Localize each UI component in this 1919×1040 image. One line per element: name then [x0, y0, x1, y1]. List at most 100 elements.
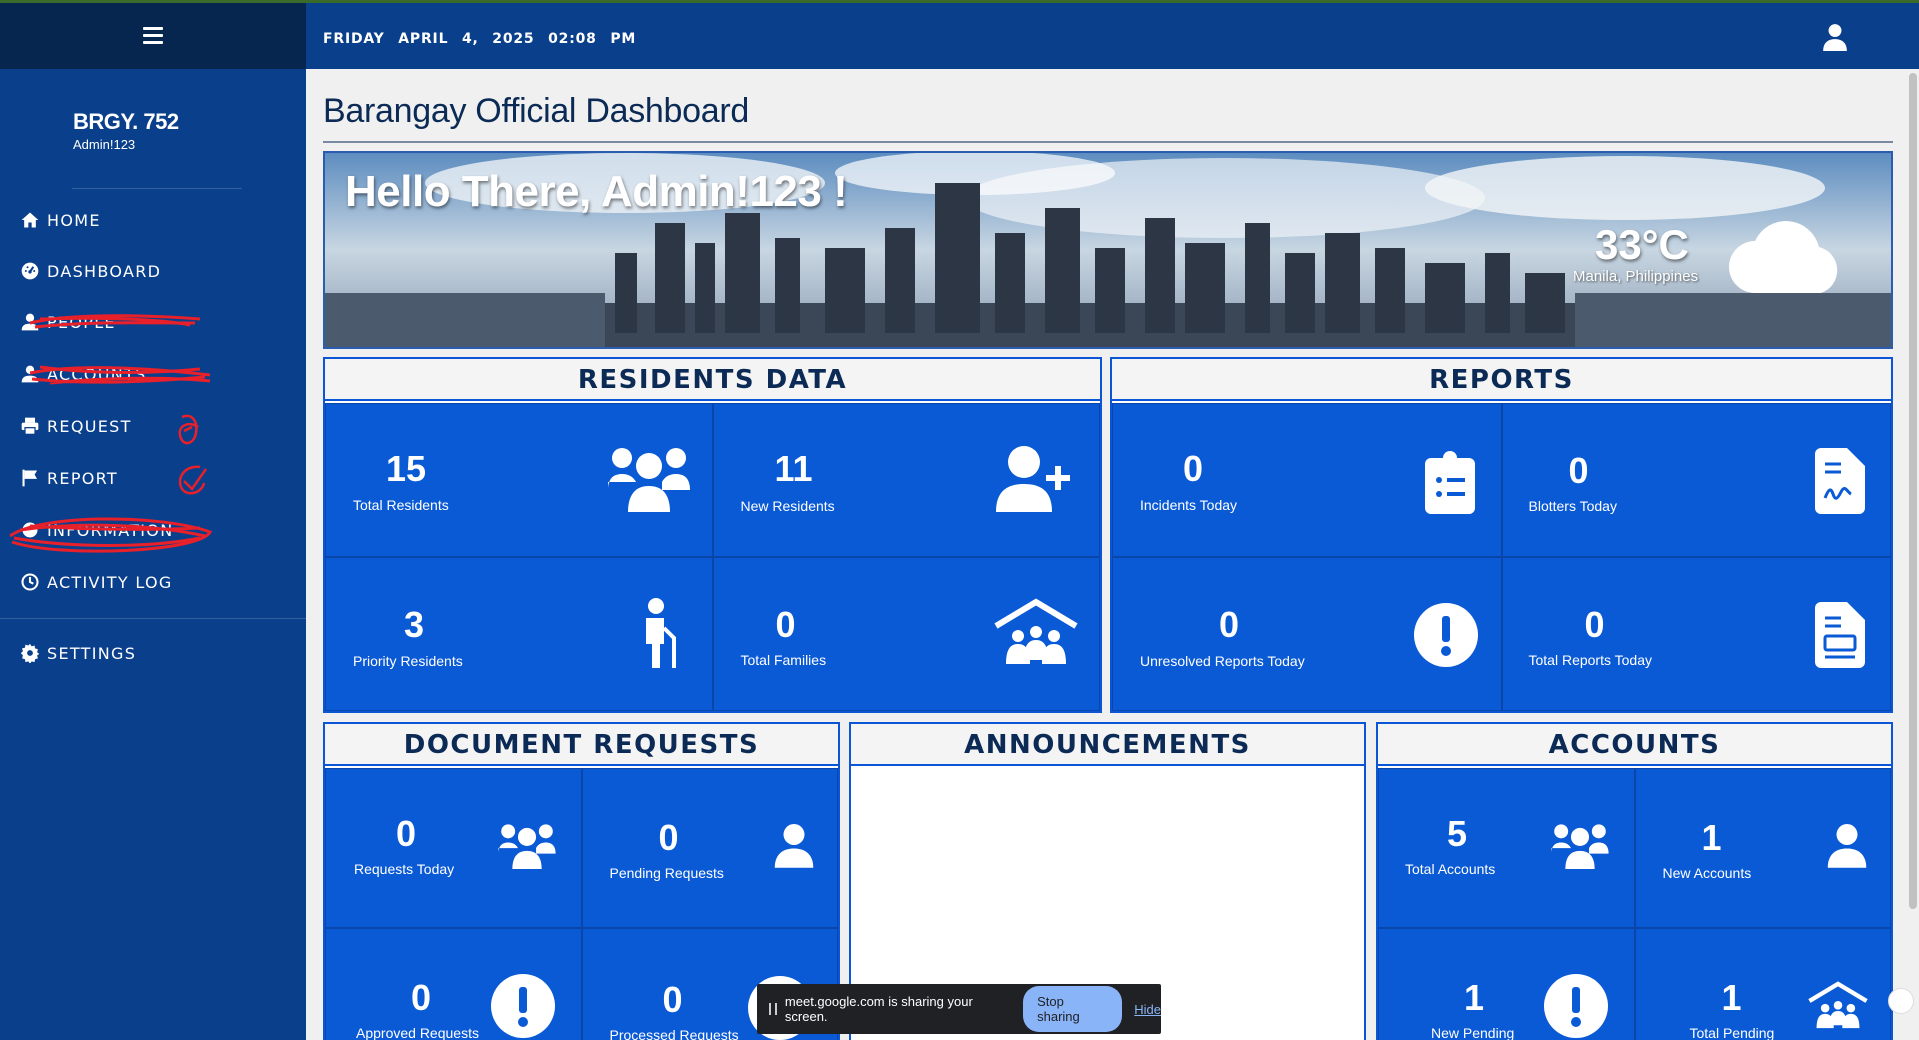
stat-label: New Pending	[1431, 1025, 1515, 1040]
sidebar-divider	[72, 188, 242, 189]
barangay-name: BRGY. 752	[73, 109, 179, 134]
stat-value: 5	[1446, 813, 1468, 854]
stat-label: New Residents	[740, 498, 835, 514]
sidebar-item-activity-log[interactable]: ACTIVITY LOG	[20, 572, 173, 592]
stat-card-total-residents[interactable]: 15 Total Residents	[325, 403, 713, 557]
stat-value: 0	[662, 979, 683, 1020]
stat-value: 0	[1568, 450, 1589, 491]
printer-icon	[21, 417, 39, 435]
title-divider	[323, 141, 1893, 143]
stat-value: 0	[1218, 604, 1240, 645]
users-group-icon	[608, 448, 690, 512]
accounts-panel-title: ACCOUNTS	[1378, 724, 1891, 766]
stat-card-pending-requests[interactable]: 0 Pending Requests	[581, 768, 838, 928]
stop-sharing-button[interactable]: Stop sharing	[1023, 986, 1123, 1032]
users-group-icon	[498, 824, 556, 869]
sidebar-item-label: REPORT	[47, 468, 118, 488]
stat-value: 3	[403, 604, 425, 645]
user-icon	[21, 365, 39, 383]
hide-link[interactable]: Hide	[1134, 1002, 1161, 1017]
sidebar-item-label: REQUEST	[47, 416, 132, 436]
exclamation-circle-icon	[1414, 603, 1478, 667]
stat-label: Incidents Today	[1140, 497, 1238, 513]
welcome-banner: Hello There, Admin!123 ! 33°C Manila, Ph…	[323, 151, 1893, 349]
sidebar-item-label: SETTINGS	[47, 643, 137, 663]
user-icon	[1827, 824, 1866, 868]
vertical-scrollbar[interactable]	[1906, 69, 1919, 1040]
stat-card-new-residents[interactable]: 11 New Residents	[712, 403, 1100, 557]
stat-label: Approved Requests	[356, 1025, 479, 1040]
gear-icon	[20, 643, 40, 663]
stat-label: Total Reports Today	[1528, 652, 1652, 668]
stat-card-new-pending[interactable]: 1 New Pending	[1378, 928, 1635, 1040]
page-title: Barangay Official Dashboard	[323, 92, 749, 130]
accounts-tiles: 5 Total Accounts 1 New Accounts 1 New Pe…	[1378, 768, 1891, 1040]
sidebar-top-bar	[0, 3, 306, 69]
stat-label: Processed Requests	[609, 1027, 739, 1040]
stat-card-blotters-today[interactable]: 0 Blotters Today	[1501, 403, 1891, 557]
sidebar-item-label: ACCOUNTS	[47, 364, 147, 384]
reports-panel-title: REPORTS	[1112, 359, 1891, 401]
stat-card-approved-requests[interactable]: 0 Approved Requests	[325, 928, 582, 1040]
sidebar-item-settings[interactable]: SETTINGS	[20, 643, 136, 663]
stat-card-priority-residents[interactable]: 3 Priority Residents	[325, 557, 713, 711]
stat-card-unresolved-reports-today[interactable]: 0 Unresolved Reports Today	[1112, 557, 1502, 711]
greeting-text: Hello There, Admin!123 !	[345, 167, 848, 216]
stat-card-total-pending[interactable]: 1 Total Pending	[1634, 928, 1891, 1040]
residents-tiles: 15 Total Residents 11 New Residents 3 Pr…	[325, 403, 1100, 711]
sidebar-item-dashboard[interactable]: DASHBOARD	[20, 261, 161, 281]
scrollbar-thumb[interactable]	[1909, 73, 1917, 909]
stat-value: 15	[385, 448, 427, 489]
info-icon	[22, 522, 38, 538]
screen-share-notification: meet.google.com is sharing your screen. …	[757, 984, 1161, 1034]
reports-tiles: 0 Incidents Today 0 Blotters Today 0 Unr…	[1112, 403, 1891, 711]
sidebar-divider	[0, 618, 306, 619]
clipboard-list-icon	[1425, 451, 1475, 514]
stat-value: 11	[774, 448, 813, 489]
stat-label: Priority Residents	[353, 653, 463, 669]
stat-card-requests-today[interactable]: 0 Requests Today	[325, 768, 582, 928]
file-signature-icon	[1814, 448, 1865, 514]
stat-label: Requests Today	[354, 861, 455, 877]
sidebar: BRGY. 752 Admin!123 HOME DASHBOARD PEOPL…	[0, 3, 306, 1040]
user-icon	[774, 824, 813, 868]
home-icon	[21, 212, 39, 228]
stat-card-total-reports-today[interactable]: 0 Total Reports Today	[1501, 557, 1891, 711]
sidebar-item-label: PEOPLE	[47, 312, 116, 332]
stat-value: 1	[1463, 977, 1485, 1018]
stat-value: 0	[658, 817, 679, 858]
stat-label: Total Residents	[353, 497, 449, 513]
browser-extension-icon[interactable]	[1888, 988, 1914, 1014]
weather-temperature: 33°C	[1595, 221, 1689, 268]
stat-label: New Accounts	[1662, 865, 1752, 881]
hamburger-menu-icon[interactable]	[143, 27, 163, 45]
exclamation-circle-icon	[1544, 974, 1608, 1038]
sidebar-item-people[interactable]: PEOPLE	[20, 312, 116, 332]
share-message: meet.google.com is sharing your screen.	[784, 994, 973, 1024]
accounts-panel: ACCOUNTS 5 Total Accounts 1 New Accounts…	[1376, 722, 1893, 1040]
stat-label: Total Pending	[1689, 1025, 1775, 1040]
stat-card-new-accounts[interactable]: 1 New Accounts	[1634, 768, 1891, 928]
sidebar-item-information[interactable]: INFORMATION	[20, 520, 173, 540]
sidebar-item-report[interactable]: REPORT	[20, 468, 118, 488]
stat-value: 0	[1182, 448, 1204, 489]
stat-value: 0	[410, 977, 432, 1018]
user-profile-icon[interactable]	[1822, 23, 1848, 51]
sidebar-item-accounts[interactable]: ACCOUNTS	[20, 364, 147, 384]
residents-panel: RESIDENTS DATA 15 Total Residents 11 New…	[323, 357, 1102, 713]
reports-panel: REPORTS 0 Incidents Today 0 Blotters Tod…	[1110, 357, 1893, 713]
weather-location: Manila, Philippines	[1573, 268, 1699, 285]
family-house-icon	[993, 598, 1078, 664]
sidebar-item-request[interactable]: REQUEST	[20, 416, 132, 436]
sidebar-item-label: DASHBOARD	[47, 261, 162, 281]
stat-label: Blotters Today	[1528, 498, 1617, 514]
announcements-panel-title: ANNOUNCEMENTS	[851, 724, 1364, 766]
stat-card-total-families[interactable]: 0 Total Families	[712, 557, 1100, 711]
clock-icon	[21, 573, 39, 591]
stat-value: 1	[1721, 977, 1742, 1018]
stat-card-total-accounts[interactable]: 5 Total Accounts	[1378, 768, 1635, 928]
stat-value: 0	[395, 813, 417, 854]
sidebar-item-home[interactable]: HOME	[20, 210, 101, 230]
stat-card-incidents-today[interactable]: 0 Incidents Today	[1112, 403, 1502, 557]
residents-panel-title: RESIDENTS DATA	[325, 359, 1100, 401]
